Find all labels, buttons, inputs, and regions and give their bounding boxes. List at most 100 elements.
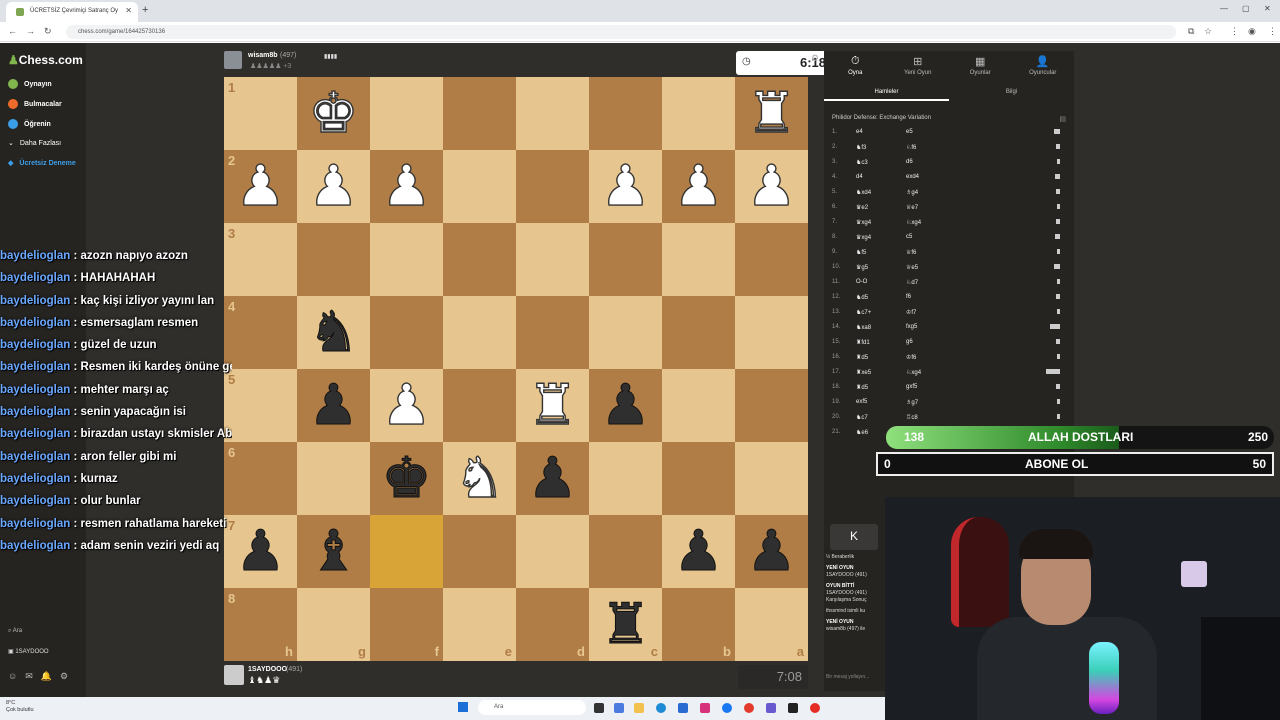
black-move[interactable]: ♔f7	[906, 309, 916, 316]
settings-icon[interactable]: ⚙	[60, 671, 76, 681]
white-move[interactable]: ♞d5	[856, 294, 868, 301]
sidebar-item-puzzles[interactable]: Bulmacalar	[8, 99, 62, 109]
square[interactable]: ♜	[516, 369, 589, 442]
square[interactable]	[443, 369, 516, 442]
black-move[interactable]: ♕e5	[906, 264, 918, 271]
first-move-button[interactable]: K	[830, 524, 878, 550]
square[interactable]: ♟	[370, 150, 443, 223]
notifications-icon[interactable]: 🔔	[41, 671, 60, 681]
tab-oyunlar[interactable]: ▦ Oyunlar	[949, 51, 1012, 83]
white-knight-icon[interactable]: ♞	[454, 449, 506, 506]
square[interactable]: g	[297, 588, 370, 661]
windows-start-icon[interactable]	[458, 702, 468, 712]
white-move[interactable]: ♞c7+	[856, 309, 871, 316]
black-pawn-icon[interactable]: ♟	[600, 377, 651, 434]
white-pawn-icon[interactable]: ♟	[381, 376, 433, 433]
square[interactable]	[516, 515, 589, 588]
sidebar-item-more[interactable]: ⌄ Daha Fazlası	[8, 139, 61, 148]
messages-icon[interactable]: ✉	[25, 671, 41, 681]
square[interactable]: ♟	[735, 515, 808, 588]
forward-icon[interactable]: →	[26, 26, 35, 36]
white-move[interactable]: ♜fd1	[856, 339, 870, 346]
white-move[interactable]: ♞f3	[856, 144, 866, 151]
black-move[interactable]: ♕e7	[906, 204, 918, 211]
sidebar-item-free-trial[interactable]: ◆ Ücretsiz Deneme	[8, 159, 78, 168]
square[interactable]: 3	[224, 223, 297, 296]
bookmark-icon[interactable]: ▤	[1059, 115, 1066, 123]
white-move[interactable]: O-O	[856, 279, 867, 285]
black-move[interactable]: ♘f6	[906, 144, 916, 151]
window-close-icon[interactable]: ✕	[1264, 4, 1271, 13]
white-move[interactable]: ♞xd4	[856, 189, 871, 196]
black-move[interactable]: c5	[906, 234, 912, 240]
square[interactable]: ♟	[735, 150, 808, 223]
new-tab-icon[interactable]: +	[142, 4, 148, 16]
black-rook-icon[interactable]: ♜	[600, 596, 651, 653]
weather-widget[interactable]: 8°C Çok bulutlu	[6, 700, 34, 714]
square[interactable]: ♟	[516, 442, 589, 515]
square[interactable]: ♚	[370, 442, 443, 515]
square[interactable]: ♚	[297, 77, 370, 150]
square[interactable]: b	[662, 588, 735, 661]
chat-message-input[interactable]: Bir mesaj yollayın...	[826, 674, 869, 680]
instagram-icon[interactable]	[700, 703, 710, 713]
browser-tab[interactable]: ÜCRETSİZ Çevrimiçi Satranç Oy ✕	[6, 2, 138, 22]
url-field[interactable]: chess.com/game/164425730136	[66, 25, 1176, 39]
square[interactable]	[443, 77, 516, 150]
square[interactable]	[735, 223, 808, 296]
square[interactable]: ♝	[297, 515, 370, 588]
minimize-icon[interactable]: —	[1220, 4, 1228, 13]
sidebar-item-learn[interactable]: Öğrenin	[8, 119, 51, 129]
draw-label[interactable]: ½ Beraberlik	[826, 554, 886, 561]
black-move[interactable]: ♗g7	[906, 399, 918, 406]
chess-logo[interactable]: ♟Chess.com	[8, 53, 83, 67]
store-icon[interactable]	[678, 703, 688, 713]
white-pawn-icon[interactable]: ♟	[381, 157, 433, 214]
white-move[interactable]: ♞c3	[856, 159, 868, 166]
square[interactable]	[589, 223, 662, 296]
white-move[interactable]: ♛xg4	[856, 219, 871, 226]
black-pawn-icon[interactable]: ♟	[673, 523, 724, 580]
square[interactable]: 6	[224, 442, 297, 515]
black-move[interactable]: exd4	[906, 174, 919, 180]
black-move[interactable]: ♗g4	[906, 189, 918, 196]
square[interactable]	[297, 223, 370, 296]
square[interactable]: d	[516, 588, 589, 661]
black-move[interactable]: gxf5	[906, 384, 917, 390]
white-move[interactable]: ♞f5	[856, 249, 866, 256]
square[interactable]	[443, 150, 516, 223]
black-move[interactable]: fxg5	[906, 324, 917, 330]
subtab[interactable]: Hamleler	[824, 87, 949, 101]
square[interactable]: e	[443, 588, 516, 661]
square[interactable]: a	[735, 588, 808, 661]
black-pawn-icon[interactable]: ♟	[235, 523, 286, 580]
square[interactable]	[516, 296, 589, 369]
extensions-icon[interactable]: ⋮	[1230, 26, 1239, 37]
square[interactable]	[589, 442, 662, 515]
square[interactable]: ♞	[443, 442, 516, 515]
avatar[interactable]	[224, 51, 242, 69]
square[interactable]: ♜	[735, 77, 808, 150]
black-pawn-icon[interactable]: ♟	[308, 377, 359, 434]
square[interactable]	[297, 442, 370, 515]
square[interactable]	[370, 223, 443, 296]
app-icon[interactable]	[766, 703, 776, 713]
edge-icon[interactable]	[656, 703, 666, 713]
profile-icon[interactable]: ◉	[1248, 26, 1256, 37]
player-name[interactable]: wisam8b	[248, 52, 278, 59]
black-move[interactable]: d6	[906, 159, 913, 165]
black-move[interactable]: ♘xg4	[906, 369, 921, 376]
black-move[interactable]: ♔f6	[906, 354, 916, 361]
taskbar-search[interactable]: Ara	[478, 700, 586, 715]
white-move[interactable]: ♜d5	[856, 354, 868, 361]
tab-oyna[interactable]: ⏱ Oyna	[824, 51, 887, 83]
square[interactable]	[370, 296, 443, 369]
white-pawn-icon[interactable]: ♟	[673, 157, 725, 214]
black-move[interactable]: ♖c8	[906, 414, 918, 421]
square[interactable]: ♟	[370, 369, 443, 442]
square[interactable]	[589, 515, 662, 588]
black-bishop-icon[interactable]: ♝	[308, 523, 359, 580]
white-move[interactable]: ♜xe5	[856, 369, 871, 376]
explorer-icon[interactable]	[634, 703, 644, 713]
square[interactable]: ♞	[297, 296, 370, 369]
